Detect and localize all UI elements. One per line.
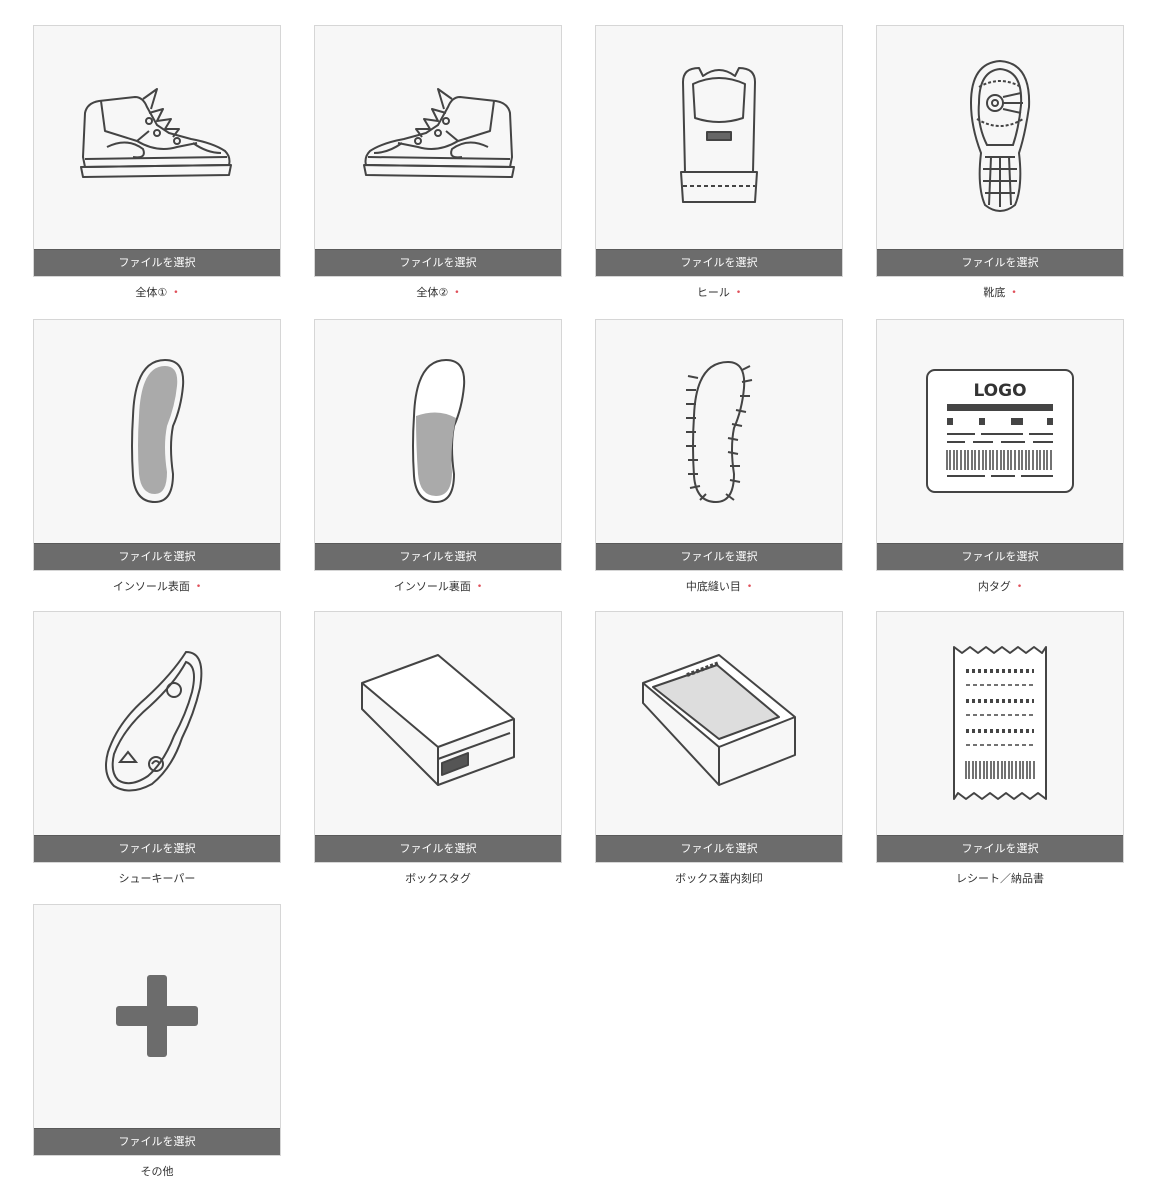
upload-tile-insole-top: ファイルを選択 インソール表面 •	[33, 319, 281, 593]
tile-label-text: 内タグ	[977, 580, 1011, 593]
upload-card[interactable]: ファイルを選択	[33, 904, 281, 1156]
upload-tile-inner-tag: LOGO ファイルを選択 内タグ •	[876, 319, 1124, 593]
tile-label-text: インソール表面	[112, 580, 190, 593]
upload-card[interactable]: ファイルを選択	[314, 319, 562, 571]
tile-label: 靴底 •	[876, 284, 1124, 299]
upload-tile-overall-1: ファイルを選択 全体① •	[33, 25, 281, 299]
upload-tile-receipt: ファイルを選択 レシート／納品書	[876, 611, 1124, 885]
tile-label: シューキーパー	[33, 870, 281, 885]
tile-label-text: ヒール	[696, 286, 730, 299]
file-select-button[interactable]: ファイルを選択	[315, 543, 561, 570]
file-select-button[interactable]: ファイルを選択	[596, 835, 842, 862]
tile-label: 内タグ •	[876, 578, 1124, 593]
upload-card[interactable]: ファイルを選択	[33, 319, 281, 571]
required-mark: •	[735, 288, 742, 298]
tile-label: 全体① •	[33, 284, 281, 299]
upload-card[interactable]: ファイルを選択	[314, 25, 562, 277]
outsole-icon	[969, 59, 1031, 212]
upload-tile-box-lid-stamp: ファイルを選択 ボックス蓋内刻印	[595, 611, 843, 885]
tile-label: ヒール •	[595, 284, 843, 299]
tile-label: インソール裏面 •	[314, 578, 562, 593]
upload-tile-insole-bottom: ファイルを選択 インソール裏面 •	[314, 319, 562, 593]
tile-label: ボックスタグ	[314, 870, 562, 885]
required-mark: •	[173, 288, 179, 298]
tile-label: 中底縫い目 •	[595, 578, 843, 593]
upload-tile-other: ファイルを選択 その他	[33, 904, 281, 1178]
file-select-button[interactable]: ファイルを選択	[34, 835, 280, 862]
tile-label: インソール表面 •	[33, 578, 281, 593]
tile-label-text: 全体①	[135, 286, 168, 299]
file-select-button[interactable]: ファイルを選択	[34, 249, 280, 276]
box-tag-icon	[361, 654, 515, 786]
upload-card[interactable]: ファイルを選択	[876, 25, 1124, 277]
tile-label: ボックス蓋内刻印	[595, 870, 843, 885]
upload-card[interactable]: ファイルを選択	[595, 611, 843, 863]
svg-text:LOGO: LOGO	[973, 381, 1026, 401]
file-select-button[interactable]: ファイルを選択	[34, 1128, 280, 1155]
required-mark: •	[746, 582, 753, 592]
insole-top-icon	[131, 358, 185, 504]
upload-tile-heel: ファイルを選択 ヒール •	[595, 25, 843, 299]
midsole-stitch-icon	[686, 360, 753, 504]
upload-tile-shoe-keeper: ファイルを選択 シューキーパー	[33, 611, 281, 885]
insole-bottom-icon	[412, 358, 466, 504]
file-select-button[interactable]: ファイルを選択	[315, 249, 561, 276]
upload-tile-outsole: ファイルを選択 靴底 •	[876, 25, 1124, 299]
required-mark: •	[454, 288, 460, 298]
required-mark: •	[1016, 582, 1023, 592]
file-select-button[interactable]: ファイルを選択	[596, 543, 842, 570]
tile-label: レシート／納品書	[876, 870, 1124, 885]
upload-card[interactable]: ファイルを選択	[595, 25, 843, 277]
upload-card[interactable]: LOGO ファイルを選択	[876, 319, 1124, 571]
upload-tile-midsole-stitch: ファイルを選択 中底縫い目 •	[595, 319, 843, 593]
tile-label-text: 全体②	[416, 286, 449, 299]
upload-card[interactable]: ファイルを選択	[33, 25, 281, 277]
upload-card[interactable]: ファイルを選択	[314, 611, 562, 863]
sneaker-side-right-icon	[363, 88, 515, 178]
tile-label-text: レシート／納品書	[956, 872, 1044, 885]
required-mark: •	[195, 582, 202, 592]
box-lid-stamp-icon	[642, 654, 796, 786]
file-select-button[interactable]: ファイルを選択	[877, 835, 1123, 862]
file-select-button[interactable]: ファイルを選択	[877, 543, 1123, 570]
tile-label-text: その他	[140, 1165, 174, 1178]
inner-tag-icon: LOGO	[926, 369, 1074, 493]
upload-card[interactable]: ファイルを選択	[876, 611, 1124, 863]
tile-label-text: ボックス蓋内刻印	[675, 872, 763, 885]
shoe-keeper-icon	[105, 650, 203, 792]
plus-icon	[116, 975, 198, 1057]
tile-label-text: インソール裏面	[393, 580, 471, 593]
receipt-icon	[953, 646, 1047, 800]
required-mark: •	[1011, 288, 1017, 298]
upload-tile-overall-2: ファイルを選択 全体② •	[314, 25, 562, 299]
tile-label-text: シューキーパー	[118, 872, 196, 885]
file-select-button[interactable]: ファイルを選択	[596, 249, 842, 276]
file-select-button[interactable]: ファイルを選択	[315, 835, 561, 862]
tile-label-text: 靴底	[983, 286, 1006, 299]
tile-label: その他	[33, 1163, 281, 1178]
tile-label-text: ボックスタグ	[405, 872, 471, 885]
tile-label-text: 中底縫い目	[685, 580, 741, 593]
upload-tile-box-tag: ファイルを選択 ボックスタグ	[314, 611, 562, 885]
tile-label: 全体② •	[314, 284, 562, 299]
sneaker-side-left-icon	[80, 88, 232, 178]
required-mark: •	[476, 582, 483, 592]
sneaker-heel-icon	[680, 67, 758, 203]
file-select-button[interactable]: ファイルを選択	[34, 543, 280, 570]
upload-card[interactable]: ファイルを選択	[595, 319, 843, 571]
file-select-button[interactable]: ファイルを選択	[877, 249, 1123, 276]
upload-card[interactable]: ファイルを選択	[33, 611, 281, 863]
